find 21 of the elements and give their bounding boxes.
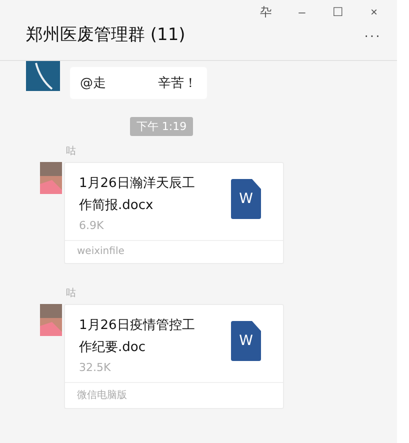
more-button[interactable]: ··· bbox=[364, 26, 381, 42]
sender-name: 咕 bbox=[65, 144, 77, 158]
file-name: 1月26日疫情管控工作纪要.doc bbox=[79, 317, 196, 357]
close-button[interactable]: × bbox=[357, 3, 391, 21]
maximize-button[interactable]: ☐ bbox=[321, 3, 355, 21]
word-file-icon: W bbox=[231, 321, 261, 361]
chat-title: 郑州医废管理群 (11) bbox=[26, 24, 186, 46]
minimize-button[interactable]: – bbox=[285, 3, 319, 21]
file-source: 微信电脑版 bbox=[65, 382, 283, 408]
word-file-icon: W bbox=[231, 179, 261, 219]
file-source: weixinfile bbox=[65, 240, 283, 263]
file-size: 32.5K bbox=[79, 361, 112, 374]
message-text: @走 bbox=[80, 75, 106, 92]
file-name: 1月26日瀚洋天辰工作简报.docx bbox=[79, 175, 196, 215]
avatar[interactable] bbox=[26, 61, 60, 91]
timestamp: 下午 1:19 bbox=[130, 117, 193, 136]
file-size: 6.9K bbox=[79, 219, 105, 232]
file-card[interactable]: 1月26日疫情管控工作纪要.doc 32.5K W 微信电脑版 bbox=[64, 304, 284, 409]
file-card[interactable]: 1月26日瀚洋天辰工作简报.docx 6.9K W weixinfile bbox=[64, 162, 284, 264]
message-text: 辛苦！ bbox=[158, 75, 197, 92]
sender-name: 咕 bbox=[65, 286, 77, 300]
